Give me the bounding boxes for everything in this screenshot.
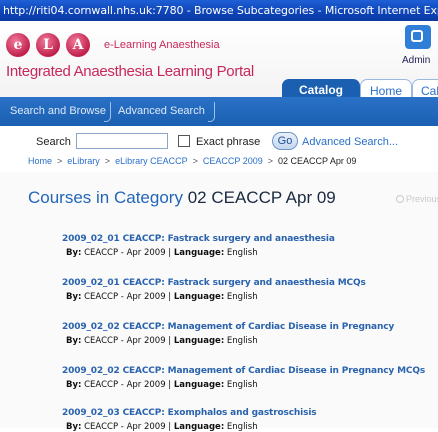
- course-author: CEACCP - Apr 2009: [84, 248, 166, 258]
- portal-title: Integrated Anaesthesia Learning Portal: [6, 63, 254, 80]
- course-meta: By: CEACCP - Apr 2009 | Language: Englis…: [66, 422, 258, 432]
- site-header: e L A e-Learning Anaesthesia Integrated …: [0, 21, 438, 101]
- breadcrumb-separator: >: [267, 156, 273, 166]
- nav-separator: [104, 102, 111, 122]
- exact-phrase-checkbox[interactable]: [178, 135, 190, 147]
- page-title-category: 02 CEACCP Apr 09: [187, 188, 336, 207]
- page-title: Courses in Category 02 CEACCP Apr 09: [28, 188, 336, 208]
- advanced-search-link[interactable]: Advanced Search...: [302, 136, 398, 148]
- language-label: Language:: [173, 336, 225, 346]
- course-item: 2009_02_02 CEACCP: Management of Cardiac…: [62, 322, 432, 346]
- course-language: English: [226, 336, 258, 346]
- course-language: English: [226, 422, 258, 432]
- course-meta: By: CEACCP - Apr 2009 | Language: Englis…: [66, 336, 258, 346]
- course-language: English: [226, 380, 258, 390]
- course-author: CEACCP - Apr 2009: [84, 292, 166, 302]
- page-title-prefix: Courses in Category: [28, 188, 183, 207]
- admin-button[interactable]: Admin: [398, 25, 438, 75]
- breadcrumb-separator: >: [104, 156, 111, 166]
- breadcrumb-separator: >: [57, 156, 63, 166]
- language-label: Language:: [173, 380, 225, 390]
- course-language: English: [226, 292, 258, 302]
- window-title-bar: http://riti04.cornwall.nhs.uk:7780 - Bro…: [0, 0, 438, 21]
- previous-icon: [396, 195, 404, 203]
- sub-navigation: Search and Browse Advanced Search: [0, 97, 438, 126]
- course-author: CEACCP - Apr 2009: [84, 380, 166, 390]
- logo-letter-a: A: [66, 33, 90, 57]
- admin-icon: [405, 25, 431, 49]
- logo-text: e-Learning Anaesthesia: [104, 39, 220, 51]
- breadcrumb-elibrary-ceaccp[interactable]: eLibrary CEACCP: [115, 156, 188, 166]
- course-title-link[interactable]: 2009_02_03 CEACCP: Exomphalos and gastro…: [62, 408, 432, 418]
- previous-label: Previous: [406, 194, 438, 204]
- course-meta: By: CEACCP - Apr 2009 | Language: Englis…: [66, 380, 258, 390]
- breadcrumb-current: 02 CEACCP Apr 09: [278, 156, 357, 166]
- nav-advanced-search[interactable]: Advanced Search: [118, 97, 205, 126]
- by-label: By:: [66, 422, 82, 432]
- logo-letter-e: e: [6, 33, 30, 57]
- course-title-link[interactable]: 2009_02_02 CEACCP: Management of Cardiac…: [62, 366, 432, 376]
- window-title: http://riti04.cornwall.nhs.uk:7780 - Bro…: [3, 4, 438, 17]
- breadcrumb-ceaccp-2009[interactable]: CEACCP 2009: [203, 156, 263, 166]
- course-meta: By: CEACCP - Apr 2009 | Language: Englis…: [66, 248, 258, 258]
- by-label: By:: [66, 336, 82, 346]
- breadcrumb: Home > eLibrary > eLibrary CEACCP > CEACCP 200…: [28, 156, 356, 166]
- course-title-link[interactable]: 2009_02_02 CEACCP: Management of Cardiac…: [62, 322, 432, 332]
- search-bar: Search Exact phrase Go Advanced Search..…: [0, 126, 438, 160]
- nav-search-and-browse[interactable]: Search and Browse: [10, 97, 106, 126]
- by-label: By:: [66, 292, 82, 302]
- breadcrumb-home[interactable]: Home: [28, 156, 52, 166]
- course-language: English: [226, 248, 258, 258]
- language-label: Language:: [173, 422, 225, 432]
- go-button[interactable]: Go: [272, 132, 298, 150]
- course-item: 2009_02_01 CEACCP: Fastrack surgery and …: [62, 278, 432, 302]
- course-author: CEACCP - Apr 2009: [84, 422, 166, 432]
- nav-separator: [208, 102, 215, 122]
- course-meta: By: CEACCP - Apr 2009 | Language: Englis…: [66, 292, 258, 302]
- logo-letter-l: L: [36, 33, 60, 57]
- admin-label: Admin: [402, 55, 431, 66]
- logo[interactable]: e L A e-Learning Anaesthesia: [6, 31, 226, 63]
- course-item: 2009_02_01 CEACCP: Fastrack surgery and …: [62, 234, 432, 258]
- course-item: 2009_02_02 CEACCP: Management of Cardiac…: [62, 366, 432, 390]
- course-author: CEACCP - Apr 2009: [84, 336, 166, 346]
- main-content: Courses in Category 02 CEACCP Apr 09 Pre…: [0, 172, 438, 432]
- language-label: Language:: [173, 292, 225, 302]
- breadcrumb-separator: >: [192, 156, 198, 166]
- course-title-link[interactable]: 2009_02_01 CEACCP: Fastrack surgery and …: [62, 278, 432, 288]
- course-item: 2009_02_03 CEACCP: Exomphalos and gastro…: [62, 408, 432, 432]
- course-title-link[interactable]: 2009_02_01 CEACCP: Fastrack surgery and …: [62, 234, 432, 244]
- search-input[interactable]: [76, 133, 168, 149]
- exact-phrase-label: Exact phrase: [196, 136, 261, 148]
- breadcrumb-elibrary[interactable]: eLibrary: [67, 156, 100, 166]
- previous-link[interactable]: Previous: [396, 194, 438, 204]
- by-label: By:: [66, 248, 82, 258]
- language-label: Language:: [173, 248, 225, 258]
- by-label: By:: [66, 380, 82, 390]
- search-label: Search: [36, 136, 71, 148]
